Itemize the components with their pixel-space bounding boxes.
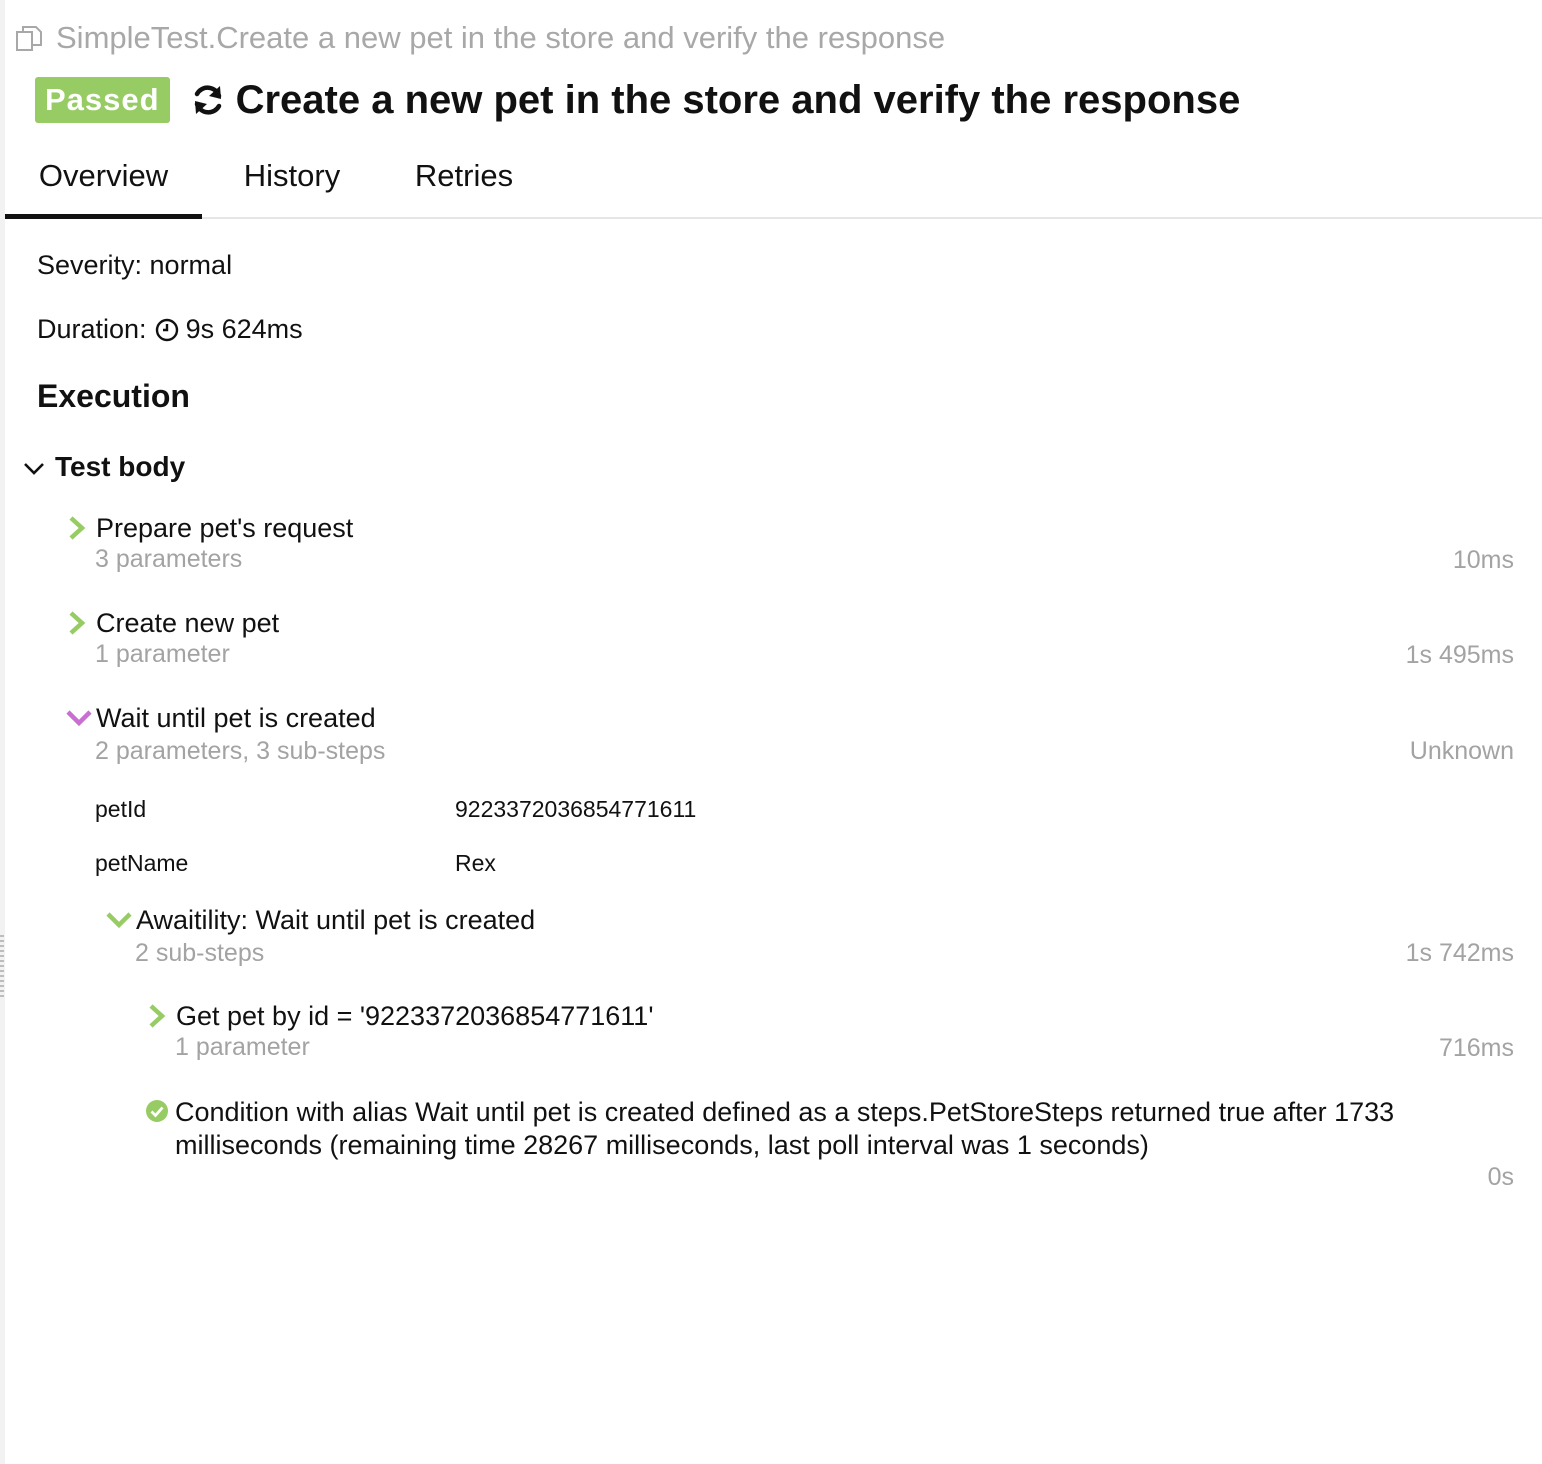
test-header: Passed Create a new pet in the store and… [35, 76, 1240, 124]
step-summary: 2 parameters, 3 sub-steps [95, 737, 386, 765]
copy-icon[interactable] [14, 23, 44, 53]
step-name: Wait until pet is created [96, 702, 376, 733]
tab-retries[interactable]: Retries [397, 140, 531, 214]
execution-heading: Execution [37, 378, 190, 414]
condition-step-text: Condition with alias Wait until pet is c… [175, 1097, 1395, 1160]
chevron-down-icon [22, 455, 46, 479]
clock-icon [155, 318, 179, 342]
tab-bar: Overview History Retries [5, 140, 1542, 219]
step-name: Get pet by id = '9223372036854771611' [176, 1000, 654, 1031]
step-summary: 3 parameters [95, 545, 243, 573]
check-circle-icon [145, 1099, 169, 1123]
test-body-toggle[interactable]: Test body [22, 450, 185, 484]
step-duration: 0s [1487, 1163, 1514, 1191]
duration-label: Duration: [37, 314, 147, 344]
tab-history[interactable]: History [225, 140, 359, 214]
severity-text: Severity: normal [37, 250, 233, 280]
step-awaitility[interactable]: Awaitility: Wait until pet is created 2 … [106, 903, 536, 967]
step-wait-created[interactable]: Wait until pet is created 2 parameters, … [66, 701, 385, 765]
chevron-down-icon [66, 705, 92, 731]
retry-icon [190, 82, 226, 118]
chevron-down-icon [106, 907, 132, 933]
step-duration: 1s 495ms [1405, 641, 1514, 669]
step-create-pet[interactable]: Create new pet 1 parameter [66, 606, 280, 668]
status-badge: Passed [35, 77, 170, 123]
step-name: Prepare pet's request [96, 512, 354, 543]
param-value: Rex [455, 850, 496, 876]
step-duration: Unknown [1409, 737, 1514, 765]
breadcrumb: SimpleTest.Create a new pet in the store… [14, 18, 945, 58]
step-name: Awaitility: Wait until pet is created [136, 904, 536, 935]
step-name: Create new pet [96, 607, 280, 638]
test-body-label: Test body [55, 451, 186, 482]
severity: Severity: normal [37, 250, 232, 281]
chevron-right-icon [66, 610, 88, 636]
chevron-right-icon [66, 515, 88, 541]
param-name: petName [95, 850, 189, 876]
step-summary: 1 parameter [95, 640, 230, 668]
step-summary: 2 sub-steps [135, 939, 265, 967]
param-value: 9223372036854771611 [455, 796, 697, 822]
page-title: Create a new pet in the store and verify… [235, 77, 1241, 122]
param-name: petId [95, 796, 147, 822]
chevron-right-icon [146, 1003, 168, 1029]
resize-handle[interactable] [0, 935, 4, 999]
step-prepare-request[interactable]: Prepare pet's request 3 parameters [66, 511, 354, 573]
tab-overview[interactable]: Overview [5, 140, 202, 219]
duration-value: 9s 624ms [185, 314, 303, 344]
step-summary: 1 parameter [175, 1033, 310, 1061]
step-duration: 1s 742ms [1405, 939, 1514, 967]
duration: Duration: 9s 624ms [37, 314, 303, 345]
step-duration: 716ms [1438, 1034, 1514, 1062]
breadcrumb-text[interactable]: SimpleTest.Create a new pet in the store… [56, 20, 945, 56]
left-border [0, 0, 5, 1464]
step-duration: 10ms [1452, 546, 1514, 574]
step-get-pet[interactable]: Get pet by id = '9223372036854771611' 1 … [146, 999, 654, 1061]
